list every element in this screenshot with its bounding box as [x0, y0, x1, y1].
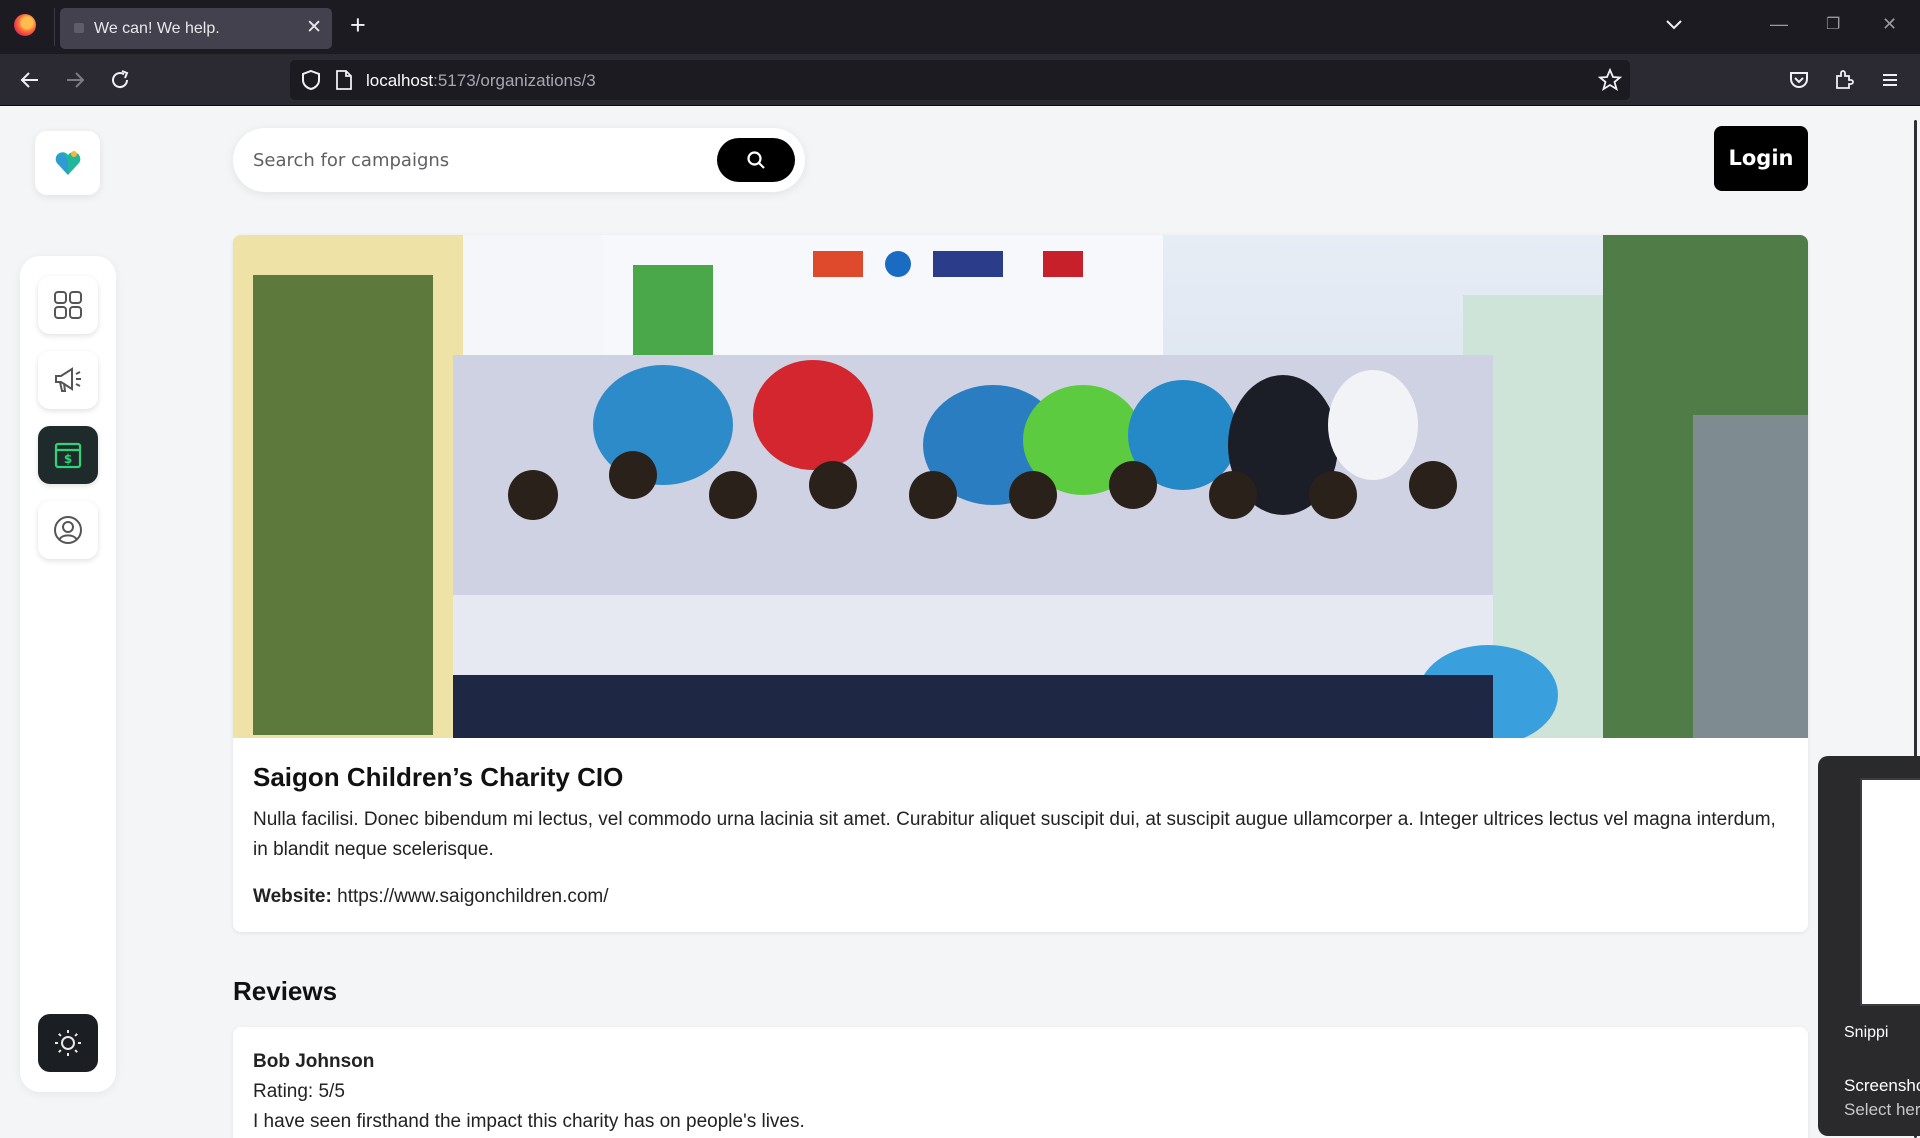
tab-title: We can! We help.	[94, 20, 220, 37]
review-author: Bob Johnson	[253, 1051, 375, 1072]
screenshot-thumbnail[interactable]	[1860, 778, 1920, 1006]
tab-close-icon[interactable]: ✕	[306, 16, 322, 39]
svg-text:$: $	[64, 452, 72, 466]
login-button[interactable]: Login	[1714, 126, 1808, 191]
page-content: $ Login	[0, 106, 1920, 1138]
sidebar-item-profile[interactable]	[38, 501, 98, 559]
sun-icon	[55, 1030, 81, 1056]
tab-list-chevron-icon[interactable]	[1664, 14, 1684, 34]
sidebar-item-dashboard[interactable]	[38, 276, 98, 334]
reviews-heading: Reviews	[233, 976, 338, 1006]
heart-logo-icon	[55, 151, 81, 175]
browser-tab-strip: We can! We help. ✕ + — ❐ ✕	[0, 0, 1920, 54]
firefox-logo-icon	[14, 14, 36, 36]
tab-favicon-icon	[74, 23, 84, 33]
website-label: Website:	[253, 886, 332, 907]
grid-icon	[54, 291, 82, 319]
extensions-icon[interactable]	[1832, 68, 1856, 92]
sidebar-item-campaigns[interactable]	[38, 351, 98, 409]
minimize-icon[interactable]: —	[1770, 14, 1788, 35]
sidebar: $	[20, 256, 116, 1092]
reload-icon[interactable]	[108, 68, 132, 92]
back-arrow-icon[interactable]	[18, 68, 42, 92]
organization-name: Saigon Children’s Charity CIO	[253, 762, 624, 792]
review-rating: Rating: 5/5	[253, 1081, 345, 1102]
forward-arrow-icon[interactable]	[63, 68, 87, 92]
tab-divider	[54, 8, 55, 46]
search-icon	[747, 151, 765, 169]
theme-toggle-button[interactable]	[38, 1014, 98, 1072]
review-card: Bob Johnson Rating: 5/5 I have seen firs…	[233, 1027, 1808, 1138]
search-input[interactable]	[253, 144, 693, 176]
new-tab-icon[interactable]: +	[350, 10, 366, 41]
search-bar	[233, 128, 805, 192]
organization-description: Nulla facilisi. Donec bibendum mi lectus…	[253, 809, 1776, 860]
pocket-icon[interactable]	[1787, 68, 1811, 92]
organization-card: Saigon Children’s Charity CIO Nulla faci…	[233, 235, 1808, 932]
snipping-subtitle: Select her	[1844, 1100, 1920, 1119]
bookmark-star-icon[interactable]	[1598, 68, 1622, 92]
snipping-title: Screensho	[1844, 1076, 1920, 1095]
snipping-app-name: Snippi	[1844, 1024, 1889, 1041]
browser-nav-bar: localhost:5173/organizations/3	[0, 54, 1920, 106]
page-icon[interactable]	[334, 69, 354, 91]
sidebar-item-organizations[interactable]: $	[38, 426, 98, 484]
donation-icon: $	[54, 442, 82, 469]
organization-photo	[233, 235, 1808, 738]
menu-icon[interactable]	[1878, 68, 1902, 92]
window-close-icon[interactable]: ✕	[1882, 14, 1897, 35]
address-bar[interactable]: localhost:5173/organizations/3	[290, 60, 1630, 100]
website-link[interactable]: https://www.saigonchildren.com/	[337, 886, 608, 907]
organization-website: Website: https://www.saigonchildren.com/	[253, 886, 609, 908]
restore-icon[interactable]: ❐	[1826, 14, 1840, 34]
shield-icon[interactable]	[300, 69, 322, 91]
user-circle-icon	[54, 516, 82, 544]
snipping-tool-popup[interactable]: Snippi Screensho Select her	[1818, 756, 1920, 1136]
megaphone-icon	[55, 367, 81, 392]
browser-tab[interactable]: We can! We help. ✕	[60, 8, 332, 49]
url-text: localhost:5173/organizations/3	[366, 71, 596, 90]
review-text: I have seen firsthand the impact this ch…	[253, 1111, 805, 1132]
app-logo[interactable]	[35, 131, 100, 195]
search-button[interactable]	[717, 138, 795, 182]
